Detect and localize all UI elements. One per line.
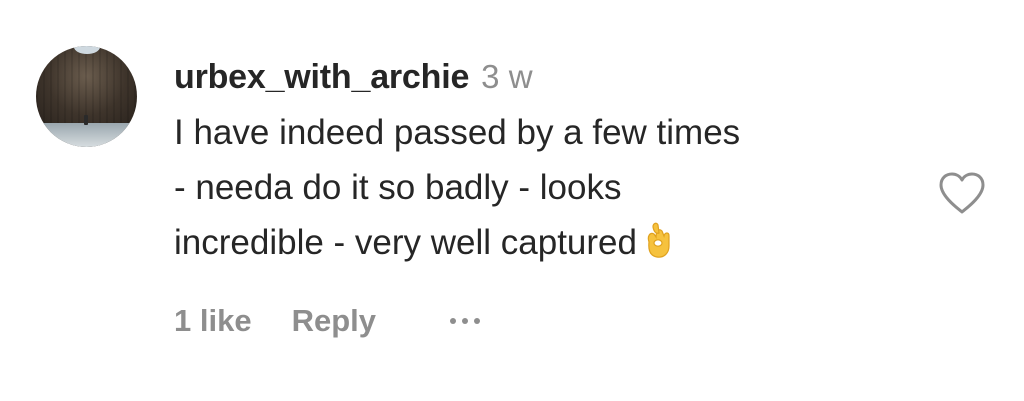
comment-text: I have indeed passed by a few times - ne… xyxy=(174,105,914,270)
comment-text-line: incredible - very well captured xyxy=(174,215,914,270)
comment-item: urbex_with_archie 3 w I have indeed pass… xyxy=(0,0,1024,401)
ok-hand-emoji xyxy=(647,222,670,258)
username-link[interactable]: urbex_with_archie xyxy=(174,58,469,97)
more-options-icon[interactable] xyxy=(449,314,480,328)
comment-body: urbex_with_archie 3 w I have indeed pass… xyxy=(174,58,934,270)
comment-header: urbex_with_archie 3 w xyxy=(174,58,934,97)
comment-text-line: - needa do it so badly - looks xyxy=(174,168,622,207)
heart-outline-icon[interactable] xyxy=(936,170,988,216)
more-dot xyxy=(461,318,468,324)
likes-count-button[interactable]: 1 like xyxy=(174,303,252,339)
reply-button[interactable]: Reply xyxy=(292,303,376,339)
comment-text-line: I have indeed passed by a few times xyxy=(174,113,741,152)
avatar-floor xyxy=(36,123,137,147)
comment-timestamp[interactable]: 3 w xyxy=(481,58,532,96)
more-dot xyxy=(473,318,480,324)
comment-actions: 1 like Reply xyxy=(174,303,480,339)
avatar[interactable] xyxy=(36,46,137,147)
more-dot xyxy=(449,318,456,324)
avatar-figure xyxy=(84,115,88,125)
comment-text-segment: incredible - very well captured xyxy=(174,223,637,262)
